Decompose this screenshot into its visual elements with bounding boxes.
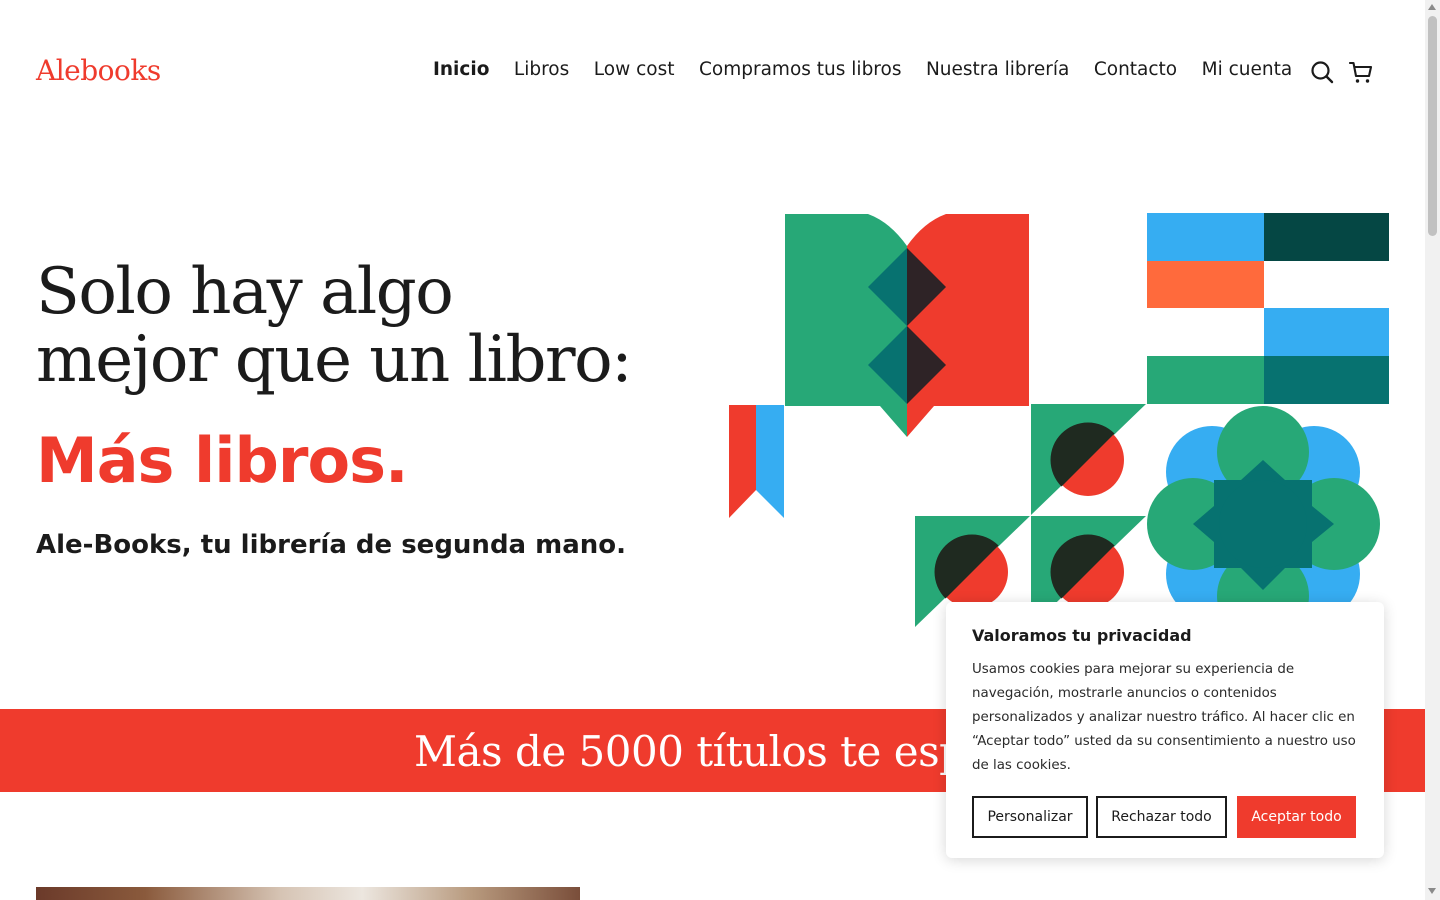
cookie-title: Valoramos tu privacidad <box>972 626 1192 645</box>
color-blocks <box>1147 213 1389 404</box>
bookmark-red <box>729 405 756 518</box>
triangle-circle-top <box>1031 404 1146 515</box>
banner-text: Más de 5000 títulos te espe <box>414 727 990 776</box>
reject-cookies-button[interactable]: Rechazar todo <box>1096 796 1227 838</box>
book-left-page <box>785 214 907 437</box>
scroll-down-arrow-icon[interactable] <box>1428 888 1436 894</box>
accept-cookies-button[interactable]: Aceptar todo <box>1237 796 1356 838</box>
scrollbar-thumb[interactable] <box>1428 16 1437 236</box>
cookie-consent-dialog: Valoramos tu privacidad Usamos cookies p… <box>946 602 1384 858</box>
customize-cookies-button[interactable]: Personalizar <box>972 796 1088 838</box>
bookmark-blue <box>756 405 784 518</box>
cookie-description: Usamos cookies para mejorar su experienc… <box>972 662 1356 773</box>
bookshelf-photo <box>36 887 580 900</box>
scroll-up-arrow-icon[interactable] <box>1428 4 1436 10</box>
book-right-page <box>907 214 1029 437</box>
